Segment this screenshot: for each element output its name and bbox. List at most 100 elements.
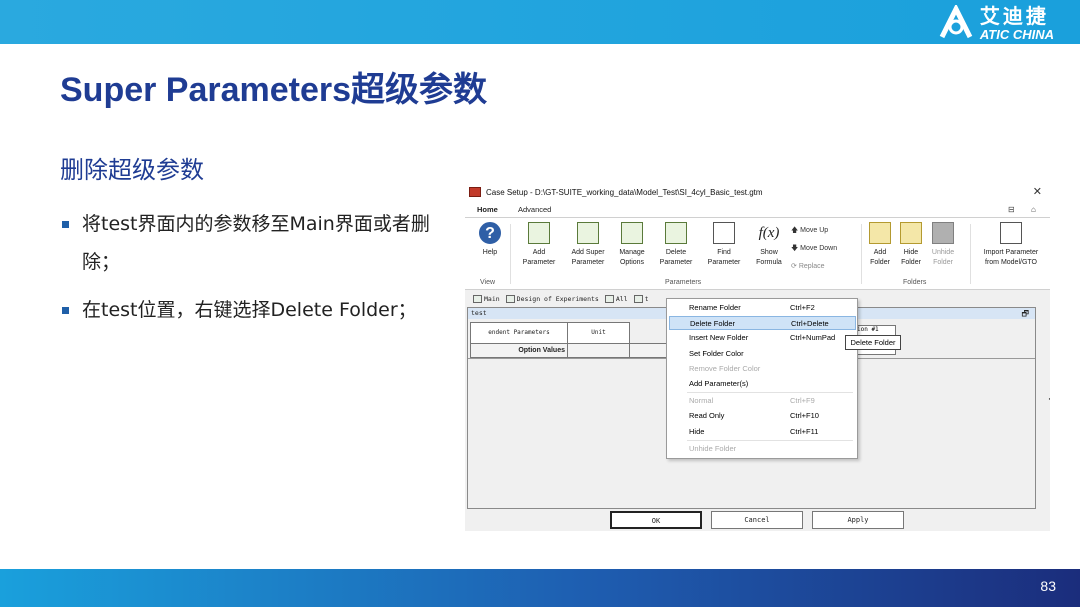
folder-tab-doe[interactable]: Design of Experiments: [505, 295, 599, 303]
header-bar: 艾迪捷 ATIC CHINA: [0, 0, 1080, 44]
help-label: Help: [482, 249, 498, 256]
slide-title: Super Parameters超级参数: [60, 71, 488, 109]
button-label-line2: Formula: [756, 259, 782, 266]
table-cell[interactable]: [567, 343, 630, 358]
menu-item-label: Delete Folder: [690, 319, 736, 328]
menu-item-unhide-folder[interactable]: Unhide Folder: [669, 442, 856, 456]
menu-item-shortcut: Ctrl+Delete: [791, 319, 829, 328]
import-icon: [1000, 222, 1022, 244]
tab-advanced[interactable]: Advanced: [518, 205, 551, 214]
menu-item-set-folder-color[interactable]: Set Folder Color: [669, 347, 856, 361]
unhide-folder-button[interactable]: Unhide Folder: [928, 222, 958, 268]
group-divider: [510, 224, 511, 284]
button-label-line2: Parameter: [707, 259, 741, 266]
import-parameter-button[interactable]: Import Parameter from Model/GTO: [975, 222, 1047, 268]
button-label-line2: Folder: [901, 259, 921, 266]
restore-icon[interactable]: 🗗: [1021, 308, 1029, 319]
atic-logo-icon: [939, 5, 973, 39]
group-divider: [861, 224, 862, 284]
add-super-parameter-button[interactable]: Add Super Parameter: [565, 222, 611, 268]
page-number: 83: [1040, 578, 1056, 594]
button-label-line2: Options: [619, 259, 645, 266]
brand-name-en: ATIC CHINA: [979, 26, 1054, 42]
menu-item-read-only[interactable]: Read Only Ctrl+F10: [669, 409, 856, 423]
menu-item-add-parameters[interactable]: Add Parameter(s): [669, 377, 856, 391]
window-titlebar: Case Setup - D:\GT-SUITE_working_data\Mo…: [465, 182, 1050, 202]
fx-icon: f(x): [758, 225, 780, 241]
delete-parameter-button[interactable]: Delete Parameter: [654, 222, 698, 268]
button-label-line1: Hide: [903, 249, 919, 256]
button-label-line2: Parameter: [659, 259, 693, 266]
bullet-text: 在test位置，右键选择Delete Folder；: [82, 299, 417, 321]
button-label-line1: Add Super: [571, 249, 605, 256]
restore-icon[interactable]: ⊟: [1008, 205, 1015, 214]
button-label-line1: Delete: [665, 249, 687, 256]
menu-item-delete-folder[interactable]: Delete Folder Ctrl+Delete: [669, 316, 856, 330]
show-formula-button[interactable]: f(x) Show Formula: [751, 222, 787, 268]
collapse-ribbon-icon[interactable]: ⌂: [1031, 205, 1036, 214]
folder-tab-label: t: [644, 295, 649, 303]
replace-button[interactable]: ⟳ Replace: [791, 262, 825, 270]
tab-home[interactable]: Home: [477, 205, 498, 214]
find-parameter-button[interactable]: Find Parameter: [702, 222, 746, 268]
delete-parameter-icon: [665, 222, 687, 244]
cancel-button[interactable]: Cancel: [711, 511, 803, 529]
app-icon: [469, 187, 481, 197]
collapse-icon[interactable]: <<: [1048, 394, 1050, 404]
tooltip: Delete Folder: [845, 335, 901, 350]
menu-item-shortcut: Ctrl+F11: [790, 427, 819, 436]
button-label-line1: Manage: [619, 249, 645, 256]
group-divider: [970, 224, 971, 284]
find-parameter-icon: [713, 222, 735, 244]
menu-item-hide[interactable]: Hide Ctrl+F11: [669, 425, 856, 439]
menu-separator: [687, 440, 853, 441]
menu-separator: [687, 392, 853, 393]
group-label-parameters: Parameters: [665, 279, 702, 286]
move-down-label: Move Down: [800, 245, 838, 252]
column-header[interactable]: endent Parameters: [470, 322, 568, 344]
folder-tab-all[interactable]: All: [604, 295, 628, 303]
apply-button[interactable]: Apply: [812, 511, 904, 529]
menu-item-label: Remove Folder Color: [689, 364, 761, 373]
bullet-list: 将test界面内的参数移至Main界面或者删除； 在test位置，右键选择Del…: [62, 205, 447, 339]
menu-item-shortcut: Ctrl+F9: [790, 396, 815, 405]
unhide-folder-icon: [932, 222, 954, 244]
menu-item-label: Read Only: [689, 411, 725, 420]
context-menu: Rename Folder Ctrl+F2 Delete Folder Ctrl+D…: [666, 298, 858, 459]
folder-tab-label: Design of Experiments: [516, 295, 599, 303]
grid-icon: [473, 295, 482, 303]
menu-item-label: Normal: [689, 396, 714, 405]
menu-item-insert-new-folder[interactable]: Insert New Folder Ctrl+NumPad: [669, 331, 856, 345]
button-label-line1: Find: [717, 249, 731, 256]
close-icon[interactable]: ✕: [1033, 185, 1042, 198]
button-label-line1: Add: [532, 249, 546, 256]
column-header[interactable]: Unit: [567, 322, 630, 344]
folder-tab-label: Main: [484, 295, 500, 303]
bullet-item: 将test界面内的参数移至Main界面或者删除；: [62, 205, 447, 281]
move-down-button[interactable]: 🡇 Move Down: [791, 244, 837, 255]
menu-item-remove-folder-color[interactable]: Remove Folder Color: [669, 362, 856, 376]
add-parameter-button[interactable]: Add Parameter: [517, 222, 561, 268]
menu-item-normal[interactable]: Normal Ctrl+F9: [669, 394, 856, 408]
menu-item-label: Set Folder Color: [689, 349, 744, 358]
button-label-line1: Add: [873, 249, 887, 256]
grid-icon: [604, 295, 614, 303]
help-button[interactable]: ? Help: [477, 222, 503, 258]
menu-item-shortcut: Ctrl+NumPad: [790, 333, 836, 342]
bullet-item: 在test位置，右键选择Delete Folder；: [62, 291, 447, 329]
hide-folder-button[interactable]: Hide Folder: [898, 222, 924, 268]
manage-options-button[interactable]: Manage Options: [613, 222, 651, 268]
menu-item-label: Unhide Folder: [689, 444, 737, 453]
menu-item-rename-folder[interactable]: Rename Folder Ctrl+F2: [669, 301, 856, 315]
help-icon: ?: [479, 222, 501, 244]
add-parameter-icon: [528, 222, 550, 244]
folder-tab-main[interactable]: Main: [473, 295, 500, 303]
ok-button[interactable]: OK: [610, 511, 702, 529]
table-cell[interactable]: [629, 343, 669, 358]
folder-tab-test[interactable]: t: [633, 295, 649, 303]
ribbon-tab-strip: Home Advanced ⊟ ⌂: [465, 202, 1050, 218]
move-up-button[interactable]: 🡅 Move Up: [791, 226, 828, 237]
button-label-line2: Folder: [870, 259, 890, 266]
add-folder-button[interactable]: Add Folder: [867, 222, 893, 268]
doe-icon: [505, 295, 515, 303]
